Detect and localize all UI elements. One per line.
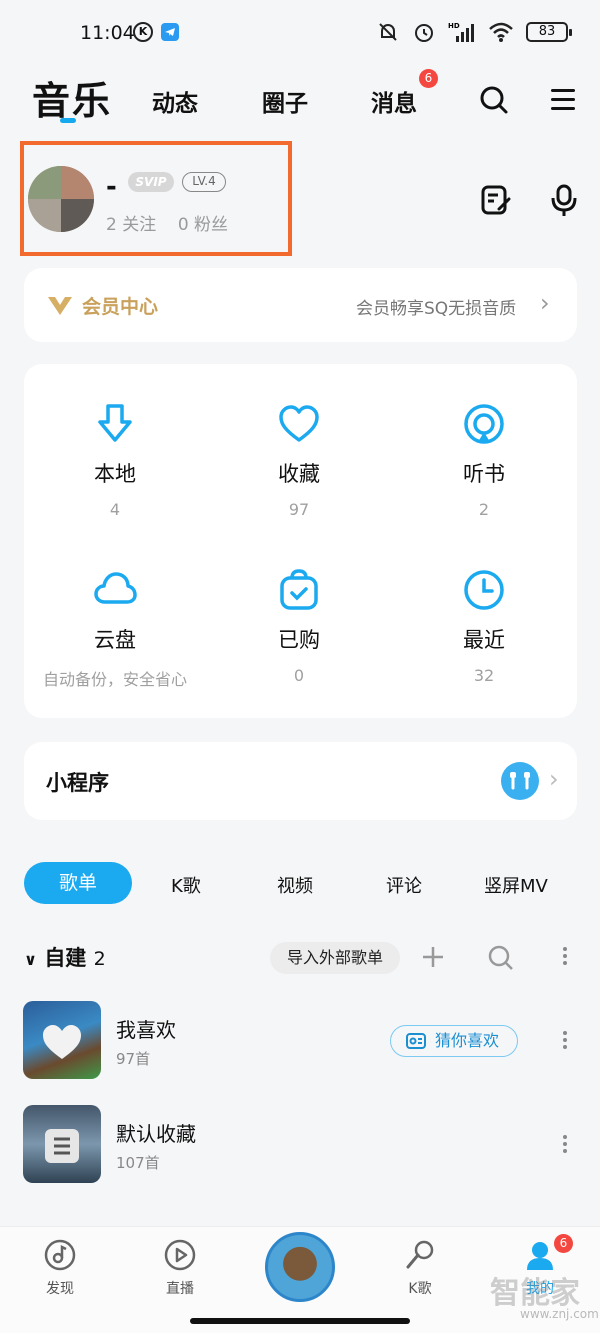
chevron-down-icon: ∨ [24, 950, 37, 969]
grid-count: 自动备份，安全省心 [42, 670, 187, 689]
level-badge[interactable]: LV.4 [182, 172, 226, 192]
nickname[interactable]: - [106, 172, 117, 202]
now-playing-disc[interactable] [265, 1232, 335, 1302]
edit-note-icon[interactable] [479, 183, 513, 217]
alarm-icon [415, 24, 433, 42]
search-icon[interactable] [478, 84, 510, 116]
status-bar: 11:04 K HD 83 [0, 0, 600, 64]
download-icon [98, 404, 132, 442]
home-indicator[interactable] [190, 1318, 410, 1324]
k-app-icon: K [133, 22, 153, 42]
grid-label: 本地 [94, 462, 136, 486]
mic-icon[interactable] [548, 183, 582, 219]
nav-live[interactable]: 直播 [140, 1238, 220, 1298]
tab-music[interactable]: 音乐 [32, 70, 112, 125]
nav-label: K歌 [408, 1281, 432, 1297]
grid-count: 97 [288, 500, 310, 519]
grid-favorites[interactable]: 收藏 97 [207, 402, 391, 519]
grid-count: 2 [478, 500, 490, 519]
mine-badge: 6 [554, 1234, 573, 1253]
playlist-track-count: 97首 [116, 1050, 151, 1068]
grid-label: 听书 [463, 462, 505, 486]
discover-icon [44, 1239, 76, 1271]
grid-purchased[interactable]: 已购 0 [207, 568, 391, 685]
tab-feed[interactable]: 动态 [152, 84, 198, 118]
grid-label: 收藏 [278, 462, 320, 486]
add-icon[interactable] [420, 944, 446, 970]
battery-indicator: 83 [526, 22, 572, 42]
mini-program-title: 小程序 [46, 771, 109, 795]
earphone-icon [501, 762, 539, 800]
playlist-name: 默认收藏 [116, 1122, 196, 1146]
radio-icon [406, 1033, 426, 1049]
more-icon[interactable] [562, 944, 568, 968]
vip-center-subtitle: 会员畅享SQ无损音质 [356, 299, 517, 319]
cloud-icon [94, 572, 137, 604]
grid-local[interactable]: 本地 4 [23, 402, 207, 519]
vip-diamond-icon [48, 297, 72, 315]
grid-cloud[interactable]: 云盘 自动备份，安全省心 [23, 568, 207, 690]
status-right-group: HD 83 [376, 20, 572, 44]
grid-recent[interactable]: 最近 32 [392, 568, 576, 685]
audiobook-icon [464, 404, 504, 444]
chevron-right-icon: › [549, 765, 559, 793]
telegram-icon [161, 23, 179, 41]
watermark: 智能家 [490, 1276, 580, 1311]
vip-center-title: 会员中心 [82, 296, 159, 318]
follow-stats[interactable]: 2 关注 0 粉丝 [106, 210, 228, 235]
mute-icon [379, 23, 397, 41]
nav-label: 直播 [166, 1281, 194, 1297]
status-time: 11:04 [80, 22, 135, 44]
menu-icon[interactable] [548, 86, 578, 114]
nav-karaoke[interactable]: K歌 [380, 1238, 460, 1298]
shopping-bag-icon [280, 569, 318, 610]
tab-karaoke[interactable]: K歌 [171, 872, 201, 898]
grid-count: 0 [293, 666, 305, 685]
tab-circle[interactable]: 圈子 [262, 84, 308, 118]
more-icon[interactable] [562, 1132, 568, 1156]
svg-text:HD: HD [448, 22, 460, 30]
signal-icon: HD [448, 22, 474, 42]
section-count: 2 [93, 948, 106, 970]
tab-comments[interactable]: 评论 [386, 872, 422, 898]
live-play-icon [164, 1239, 196, 1271]
nav-discover[interactable]: 发现 [20, 1238, 100, 1298]
section-title: 自建 [44, 946, 87, 970]
active-tab-indicator [60, 118, 76, 123]
profile-icon [527, 1242, 553, 1270]
chevron-right-icon: › [540, 289, 550, 317]
playlist-section-header[interactable]: ∨ 自建 2 [24, 942, 106, 972]
tab-vertical-mv[interactable]: 竖屏MV [484, 872, 548, 898]
playlist-cover-image [23, 1001, 101, 1079]
tab-playlists[interactable]: 歌单 [24, 862, 132, 904]
grid-label: 云盘 [94, 628, 136, 652]
playlist-cover-image [23, 1105, 101, 1183]
guess-you-like-label: 猜你喜欢 [435, 1031, 500, 1050]
search-playlist-icon[interactable] [487, 944, 515, 972]
playlist-track-count: 107首 [116, 1154, 160, 1172]
avatar[interactable] [28, 166, 94, 232]
karaoke-mic-icon [406, 1240, 434, 1269]
svip-badge[interactable]: SVIP [128, 172, 174, 192]
more-icon[interactable] [562, 1028, 568, 1052]
nav-label: 发现 [46, 1281, 74, 1297]
guess-you-like-button[interactable]: 猜你喜欢 [390, 1025, 518, 1057]
grid-audiobook[interactable]: 听书 2 [392, 402, 576, 519]
message-badge: 6 [419, 69, 438, 88]
wifi-icon [489, 22, 513, 42]
grid-label: 最近 [463, 628, 505, 652]
tab-messages[interactable]: 消息 [371, 84, 417, 118]
heart-icon [279, 405, 319, 442]
playlist-name: 我喜欢 [116, 1018, 176, 1042]
grid-count: 4 [109, 500, 121, 519]
watermark-url: www.znj.com [520, 1307, 599, 1321]
grid-label: 已购 [278, 628, 320, 652]
import-playlist-button[interactable]: 导入外部歌单 [270, 942, 400, 974]
tab-videos[interactable]: 视频 [277, 872, 313, 898]
grid-count: 32 [473, 666, 495, 685]
clock-icon [464, 570, 504, 610]
